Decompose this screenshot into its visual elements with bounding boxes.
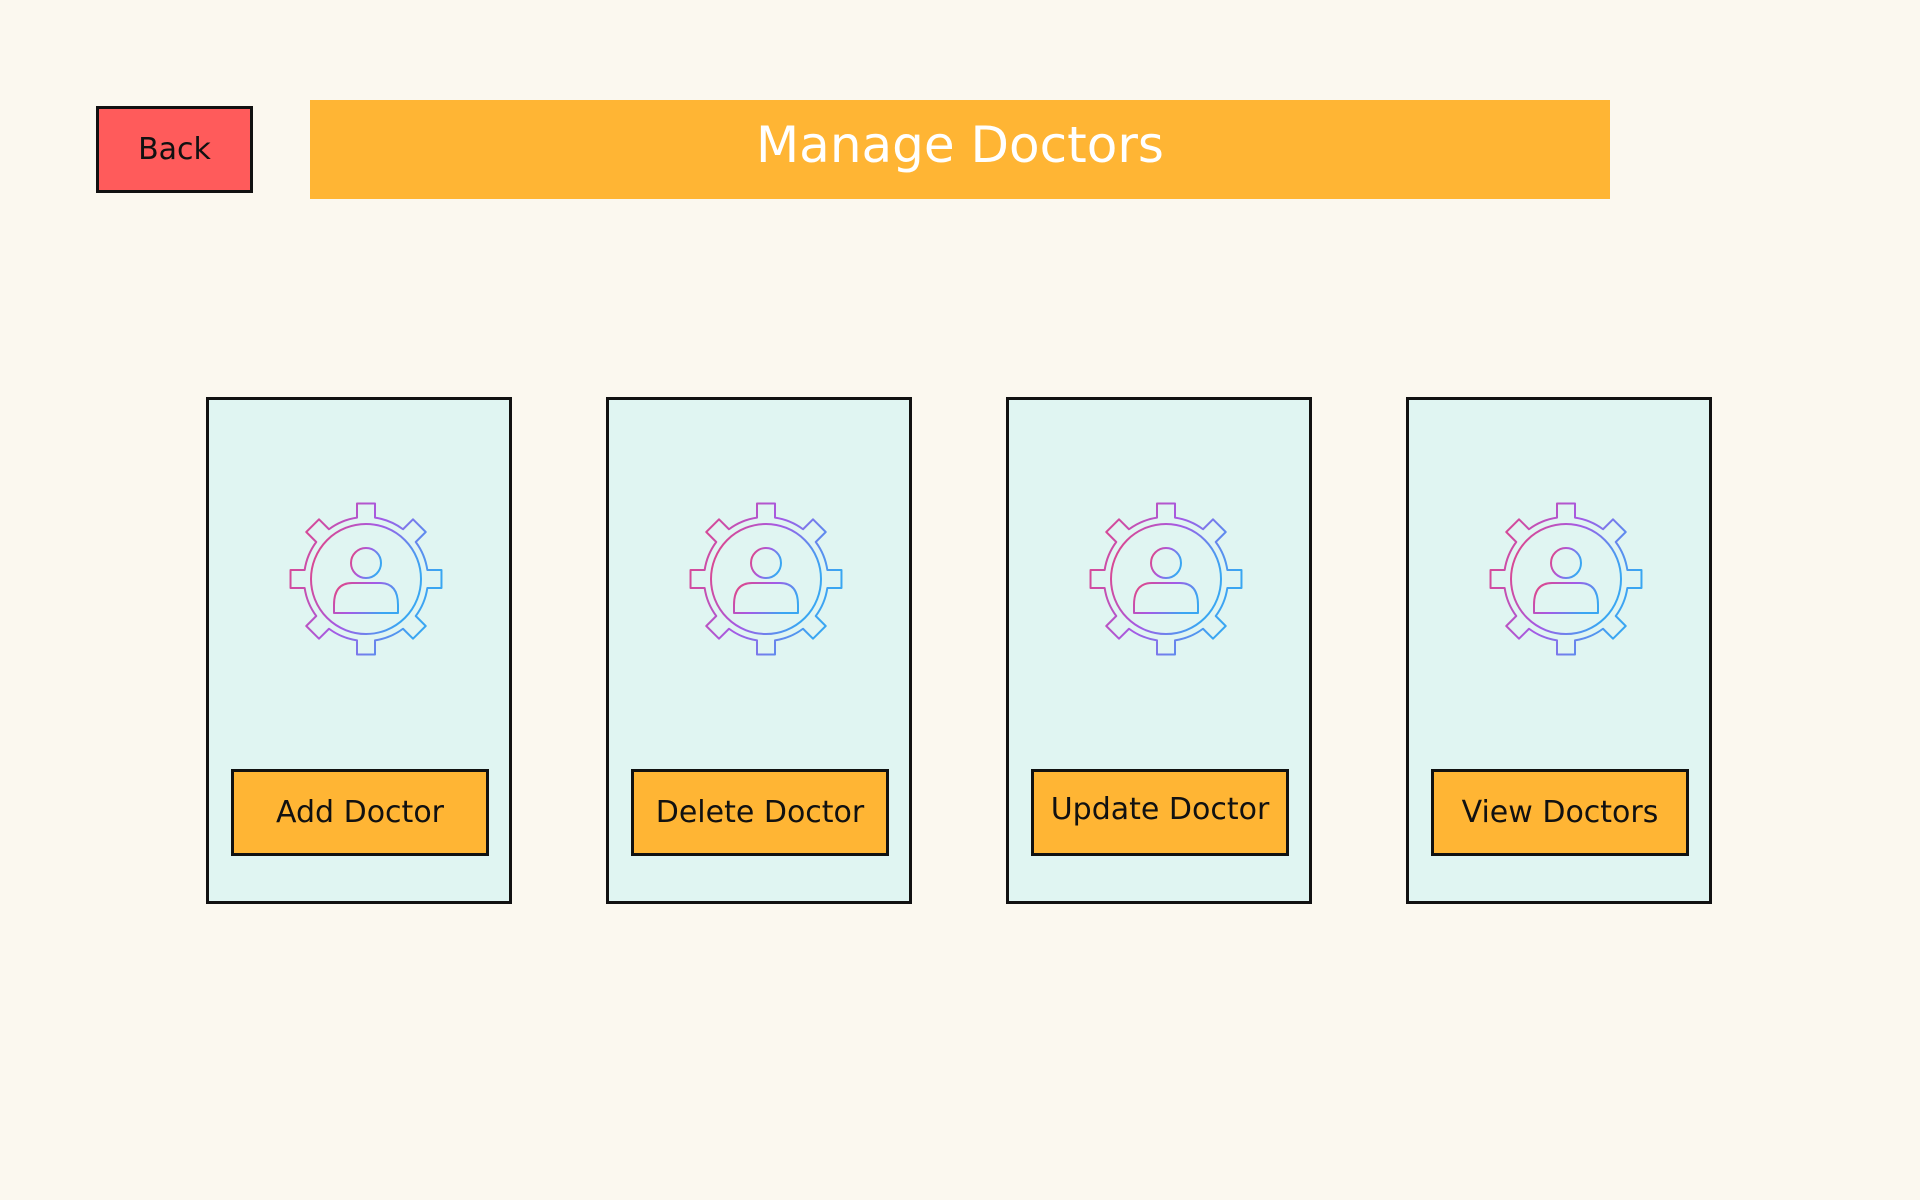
user-gear-icon [286, 499, 446, 659]
delete-doctor-button[interactable]: Delete Doctor [631, 769, 889, 856]
user-gear-icon [686, 499, 846, 659]
card-add-doctor: Add Doctor [206, 397, 512, 904]
update-doctor-button[interactable]: Update Doctor [1031, 769, 1289, 856]
card-view-doctors: View Doctors [1406, 397, 1712, 904]
card-delete-doctor: Delete Doctor [606, 397, 912, 904]
update-doctor-button-label: Update Doctor [1050, 792, 1270, 827]
back-button-label: Back [138, 132, 211, 167]
back-button[interactable]: Back [96, 106, 253, 193]
card-update-doctor: Update Doctor [1006, 397, 1312, 904]
user-gear-icon [1086, 499, 1246, 659]
title-bar: Manage Doctors [310, 100, 1610, 199]
view-doctors-button-label: View Doctors [1461, 795, 1659, 830]
manage-doctors-page: Back Manage Doctors Add Doctor Delete Do… [0, 0, 1920, 1200]
view-doctors-button[interactable]: View Doctors [1431, 769, 1689, 856]
user-gear-icon [1486, 499, 1646, 659]
add-doctor-button[interactable]: Add Doctor [231, 769, 489, 856]
add-doctor-button-label: Add Doctor [275, 795, 445, 830]
page-title: Manage Doctors [756, 115, 1164, 174]
delete-doctor-button-label: Delete Doctor [655, 795, 865, 830]
